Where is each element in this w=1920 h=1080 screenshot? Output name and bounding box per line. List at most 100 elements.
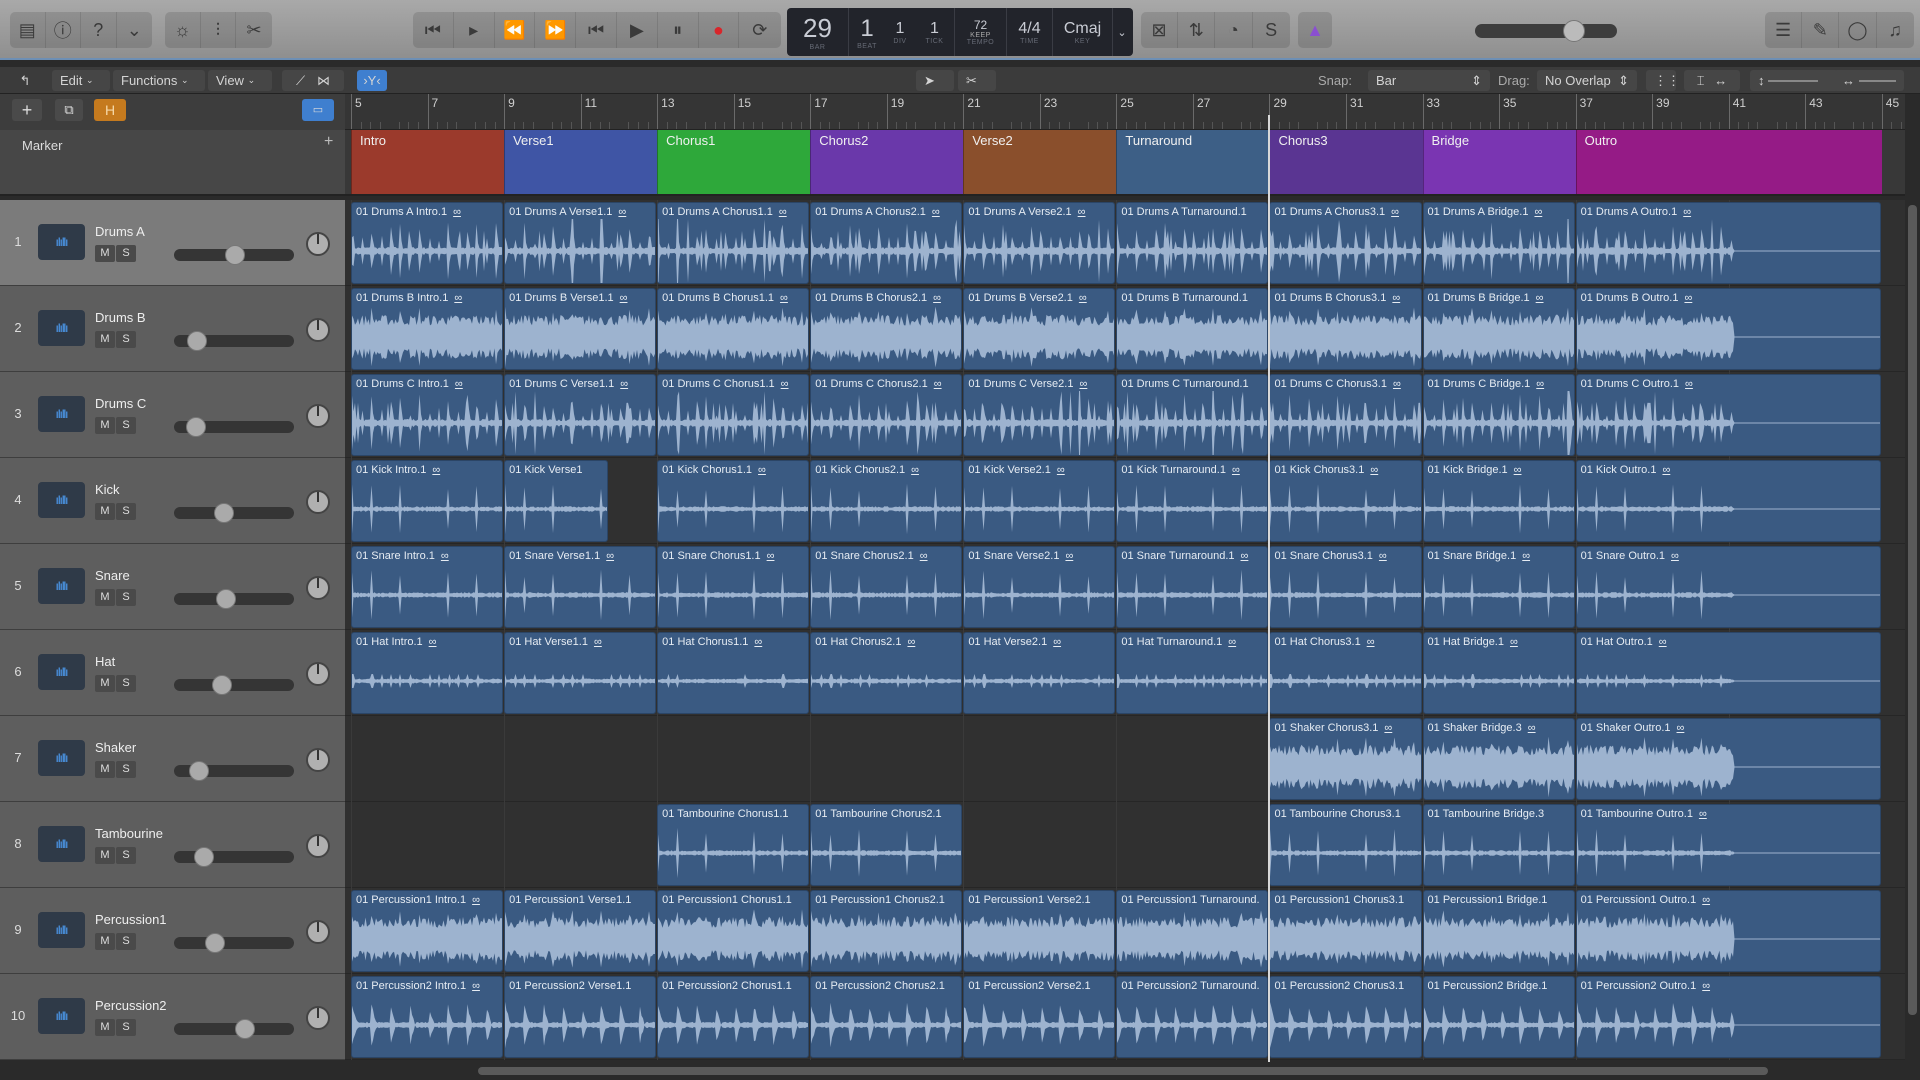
marker-chorus2[interactable]: Chorus2 [810,130,964,194]
solo-button[interactable]: S [116,417,136,434]
replace-icon[interactable]: ⊠ [1141,12,1179,48]
view-menu[interactable]: View ⌄ [208,70,272,91]
marker-intro[interactable]: Intro [351,130,505,194]
add-marker-button[interactable]: + [324,133,333,151]
solo-button[interactable]: S [116,933,136,950]
volume-fader[interactable] [174,331,294,351]
toolbar-icon[interactable]: ⌄ [117,12,153,48]
snap-select[interactable]: Bar ⇕ [1368,70,1490,91]
volume-fader[interactable] [174,245,294,265]
volume-fader-knob[interactable] [189,761,210,781]
horizontal-scrollbar-thumb[interactable] [478,1067,1768,1075]
volume-fader-knob[interactable] [214,503,235,523]
vertical-zoom-slider[interactable]: ↕ [1750,70,1838,91]
audio-region[interactable]: 01 Drums A Chorus1.1 ∞ [657,202,810,284]
audio-region[interactable]: 01 Shaker Bridge.3 ∞ [1422,718,1575,800]
audio-region[interactable]: 01 Kick Chorus3.1 ∞ [1269,460,1422,542]
volume-fader-knob[interactable] [212,675,232,695]
audio-region[interactable]: 01 Tambourine Outro.1 ∞ [1575,804,1881,886]
mute-button[interactable]: M [95,245,115,262]
audio-region[interactable]: 01 Drums B Chorus1.1 ∞ [657,288,810,370]
metronome-button[interactable]: ▲ [1298,12,1332,48]
audio-region[interactable]: 01 Percussion2 Turnaround. [1116,976,1269,1058]
marker-verse1[interactable]: Verse1 [504,130,658,194]
audio-region[interactable]: 01 Hat Turnaround.1 ∞ [1116,632,1269,714]
mute-button[interactable]: M [95,933,115,950]
track-header-shaker[interactable]: 7 ılıllı Shaker M S [0,716,345,802]
audio-region[interactable]: 01 Kick Turnaround.1 ∞ [1116,460,1269,542]
track-header-snare[interactable]: 5 ılıllı Snare M S [0,544,345,630]
audio-region[interactable]: 01 Drums B Verse2.1 ∞ [963,288,1116,370]
loop-browser-icon[interactable]: ◯ [1839,12,1877,48]
audio-region[interactable]: 01 Drums A Intro.1 ∞ [351,202,504,284]
audio-region[interactable]: 01 Percussion1 Chorus1.1 [657,890,810,972]
track-name[interactable]: Kick [95,482,120,497]
track-name[interactable]: Percussion1 [95,912,167,927]
track-header-drums-a[interactable]: 1 ılıllı Drums A MS [0,200,345,286]
horizontal-fit-icon[interactable]: ↔ [1714,73,1727,88]
lcd-time-signature[interactable]: 4/4 [1018,20,1040,38]
audio-region[interactable]: 01 Percussion1 Outro.1 ∞ [1575,890,1881,972]
audio-region[interactable]: 01 Drums B Intro.1 ∞ [351,288,504,370]
fit-buttons[interactable]: ⌶ ↔ [1684,70,1740,91]
mute-button[interactable]: M [95,761,115,778]
audio-region[interactable]: 01 Hat Verse2.1 ∞ [963,632,1116,714]
track-name[interactable]: Percussion2 [95,998,167,1013]
pan-knob[interactable] [306,748,330,772]
audio-region[interactable]: 01 Kick Verse2.1 ∞ [963,460,1116,542]
mute-button[interactable]: M [95,847,115,864]
audio-region[interactable]: 01 Hat Outro.1 ∞ [1575,632,1881,714]
help-icon[interactable]: ? [81,12,117,48]
global-tracks-button[interactable]: ▭ [302,99,334,121]
audio-region[interactable]: 01 Percussion1 Chorus2.1 [810,890,963,972]
track-name[interactable]: Snare [95,568,130,583]
audio-region[interactable]: 01 Drums C Turnaround.1 [1116,374,1269,456]
record-icon[interactable]: ● [699,12,740,48]
audio-region[interactable]: 01 Kick Outro.1 ∞ [1575,460,1881,542]
volume-fader-knob[interactable] [234,1019,255,1039]
audio-region[interactable]: 01 Percussion2 Chorus1.1 [657,976,810,1058]
audio-region[interactable]: 01 Tambourine Chorus1.1 [657,804,810,886]
back-arrow-icon[interactable]: ↰ [10,70,40,91]
catch-playhead-button[interactable]: ›Y‹ [357,70,387,91]
volume-fader[interactable] [174,933,294,953]
track-name[interactable]: Drums A [95,224,145,239]
audio-region[interactable]: 01 Hat Chorus2.1 ∞ [810,632,963,714]
audio-region[interactable]: 01 Snare Chorus2.1 ∞ [810,546,963,628]
audio-region[interactable]: 01 Shaker Outro.1 ∞ [1575,718,1881,800]
audio-region[interactable]: 01 Snare Verse1.1 ∞ [504,546,657,628]
audio-region[interactable]: 01 Snare Chorus3.1 ∞ [1269,546,1422,628]
notepad-icon[interactable]: ✎ [1802,12,1840,48]
duplicate-track-button[interactable]: ⧉ [55,99,83,121]
audio-region[interactable]: 01 Drums A Outro.1 ∞ [1575,202,1881,284]
audio-region[interactable]: 01 Percussion1 Verse2.1 [963,890,1116,972]
lcd-display[interactable]: 29 BAR 1 BEAT 1 DIV 1 TICK 72 KEEP TEMPO 4/4 TI… [787,8,1133,56]
marker-bridge[interactable]: Bridge [1422,130,1576,194]
pointer-tool-menu[interactable]: ➤ [916,70,954,91]
marker-turnaround[interactable]: Turnaround [1116,130,1270,194]
audio-region[interactable]: 01 Kick Intro.1 ∞ [351,460,504,542]
solo-button[interactable]: S [116,245,136,262]
solo-button[interactable]: S [116,503,136,520]
track-header-drums-c[interactable]: 3 ılıllı Drums C MS [0,372,345,458]
smart-controls-icon[interactable]: ☼ [165,12,201,48]
volume-fader[interactable] [174,675,294,695]
mute-button[interactable]: M [95,1019,115,1036]
volume-fader-knob[interactable] [204,933,225,953]
automation-buttons[interactable]: ⟋ ⋈ [282,70,344,91]
play-icon[interactable]: ▶ [617,12,658,48]
pan-knob[interactable] [306,920,330,944]
audio-region[interactable]: 01 Drums A Verse1.1 ∞ [504,202,657,284]
info-icon[interactable]: ⓘ [46,12,81,48]
vertical-scrollbar-thumb[interactable] [1908,205,1917,1015]
solo-button[interactable]: S [116,331,136,348]
audio-region[interactable]: 01 Drums C Chorus1.1 ∞ [657,374,810,456]
marker-chorus1[interactable]: Chorus1 [657,130,811,194]
volume-fader-knob[interactable] [215,589,236,609]
pause-icon[interactable]: ⏸ [658,12,699,48]
ruler[interactable]: 5 7 9 11 13 15 17 19 21 23 25 27 29 31 33 35 37 39 41 43 45 [345,94,1905,130]
audio-region[interactable]: 01 Hat Bridge.1 ∞ [1422,632,1575,714]
audio-region[interactable]: 01 Drums A Chorus3.1 ∞ [1269,202,1422,284]
cycle-icon[interactable]: ⟳ [739,12,780,48]
track-header-percussion1[interactable]: 9 ılıllı Percussion1 M S [0,888,345,974]
